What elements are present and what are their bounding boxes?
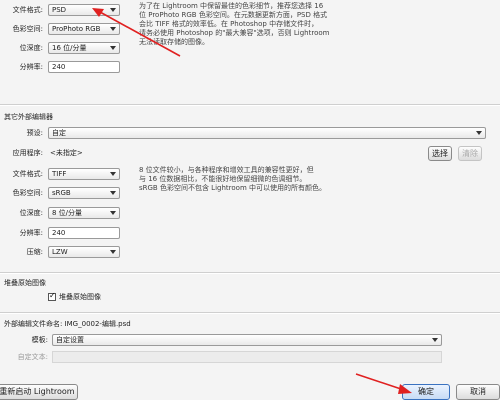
compression-value: LZW xyxy=(52,248,68,256)
bit-depth-label: 位深度: xyxy=(19,44,43,52)
chevron-down-icon xyxy=(110,191,116,195)
other-info-note: 8 位文件较小，与各种程序和增效工具的兼容性更好，但 与 16 位数据相比，不能… xyxy=(139,166,326,193)
template-label: 模板: xyxy=(31,336,48,344)
file-format-select[interactable]: PSD xyxy=(48,4,120,16)
other-bit-depth-select[interactable]: 8 位/分量 xyxy=(48,207,120,219)
application-value: <未指定> xyxy=(50,149,83,157)
compression-label: 压缩: xyxy=(26,248,43,256)
preset-select[interactable]: 自定 xyxy=(48,127,486,139)
restart-lightroom-button[interactable]: 重新启动 Lightroom xyxy=(0,384,78,400)
stack-original-checkbox[interactable] xyxy=(48,291,56,301)
other-file-format-value: TIFF xyxy=(52,170,67,178)
other-editor-section-title: 其它外部编辑器 xyxy=(4,113,53,121)
choose-button[interactable]: 选择 xyxy=(428,146,452,161)
section-divider xyxy=(0,272,500,274)
file-format-value: PSD xyxy=(52,6,67,14)
bit-depth-select[interactable]: 16 位/分量 xyxy=(48,42,120,54)
bit-depth-value: 16 位/分量 xyxy=(52,44,87,52)
note-line: 会比 TIFF 格式的效率低。在 Photoshop 中存储文件时， xyxy=(139,20,319,28)
resolution-input[interactable]: 240 xyxy=(48,61,120,73)
chevron-down-icon xyxy=(110,211,116,215)
other-color-space-label: 色彩空间: xyxy=(12,189,43,197)
note-line: 为了在 Lightroom 中保留最佳的色彩细节，推荐您选择 16 xyxy=(139,2,324,10)
chevron-down-icon xyxy=(476,131,482,135)
color-space-select[interactable]: ProPhoto RGB xyxy=(48,23,120,35)
note-line: 无法读取存储的图像。 xyxy=(139,38,209,46)
other-resolution-label: 分辨率: xyxy=(19,229,43,237)
note-line: 请务必使用 Photoshop 的"最大兼容"选项，否则 Lightroom xyxy=(139,29,330,37)
application-label: 应用程序: xyxy=(12,149,43,157)
color-space-label: 色彩空间: xyxy=(12,25,43,33)
other-bit-depth-value: 8 位/分量 xyxy=(52,209,83,217)
section-divider xyxy=(0,312,500,314)
chevron-down-icon xyxy=(110,8,116,12)
preset-label: 预设: xyxy=(26,129,43,137)
other-color-space-value: sRGB xyxy=(52,189,71,197)
custom-text-label: 自定文本: xyxy=(17,353,48,361)
template-select[interactable]: 自定设置 xyxy=(52,334,442,346)
file-format-label: 文件格式: xyxy=(12,6,43,14)
color-space-value: ProPhoto RGB xyxy=(52,25,101,33)
note-line: 位 ProPhoto RGB 色彩空间。在元数据更新方面，PSD 格式 xyxy=(139,11,328,19)
stack-section-title: 堆叠原始图像 xyxy=(4,279,46,287)
naming-section-title: 外部编辑文件命名: IMG_0002-编辑.psd xyxy=(4,320,131,328)
chevron-down-icon xyxy=(110,46,116,50)
section-divider xyxy=(0,104,500,106)
resolution-label: 分辨率: xyxy=(19,63,43,71)
stack-original-label: 堆叠原始图像 xyxy=(59,293,101,301)
other-file-format-label: 文件格式: xyxy=(12,170,43,178)
note-line: 8 位文件较小，与各种程序和增效工具的兼容性更好，但 xyxy=(139,166,314,174)
ok-button[interactable]: 确定 xyxy=(402,384,450,400)
other-color-space-select[interactable]: sRGB xyxy=(48,187,120,199)
note-line: 与 16 位数据相比，不能很好地保留细微的色调细节。 xyxy=(139,175,307,183)
chevron-down-icon xyxy=(110,250,116,254)
cancel-button[interactable]: 取消 xyxy=(456,384,500,400)
top-info-note: 为了在 Lightroom 中保留最佳的色彩细节，推荐您选择 16 位 ProP… xyxy=(139,2,329,47)
other-bit-depth-label: 位深度: xyxy=(19,209,43,217)
chevron-down-icon xyxy=(110,27,116,31)
clear-button[interactable]: 清除 xyxy=(458,146,482,161)
template-value: 自定设置 xyxy=(56,336,84,344)
chevron-down-icon xyxy=(110,172,116,176)
other-file-format-select[interactable]: TIFF xyxy=(48,168,120,180)
compression-select[interactable]: LZW xyxy=(48,246,120,258)
custom-text-input[interactable] xyxy=(52,351,442,363)
note-line: sRGB 色彩空间不包含 Lightroom 中可以使用的所有颜色。 xyxy=(139,184,326,192)
chevron-down-icon xyxy=(432,338,438,342)
preset-value: 自定 xyxy=(52,129,66,137)
other-resolution-input[interactable]: 240 xyxy=(48,227,120,239)
